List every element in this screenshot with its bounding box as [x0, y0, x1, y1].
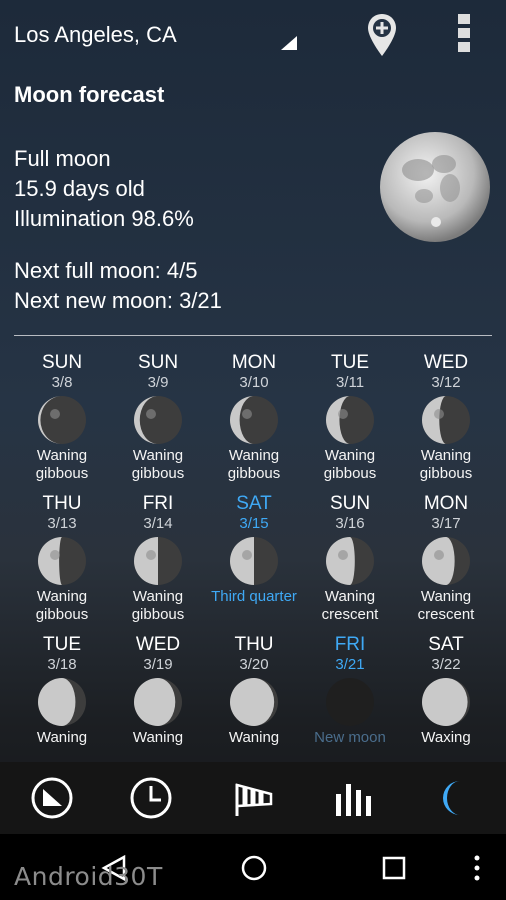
moon-phase-icon — [134, 537, 182, 585]
forecast-day-label: FRI — [334, 634, 366, 655]
forecast-date-label: 3/13 — [47, 515, 77, 532]
forecast-day-cell: SAT 3/15 Third quarter — [206, 493, 302, 606]
forecast-day-cell: MON 3/17 Waning crescent — [398, 493, 494, 624]
forecast-phase-label: Waning gibbous — [131, 588, 185, 623]
illumination-text: Illumination 98.6% — [14, 206, 194, 231]
home-icon[interactable] — [240, 854, 268, 882]
overflow-menu-icon[interactable] — [456, 14, 472, 56]
forecast-phase-label: Waning gibbous — [323, 447, 377, 482]
forecast-date-label: 3/20 — [239, 656, 269, 673]
forecast-day-label: WED — [135, 634, 181, 655]
forecast-phase-label: Waning gibbous — [35, 588, 89, 623]
forecast-date-label: 3/14 — [143, 515, 173, 532]
watermark: Android30T — [14, 862, 163, 891]
forecast-day-cell: TUE 3/11 Waning gibbous — [302, 352, 398, 483]
recents-icon[interactable] — [380, 854, 408, 882]
forecast-day-cell: SUN 3/8 Waning gibbous — [14, 352, 110, 483]
dropdown-icon[interactable] — [281, 36, 297, 50]
forecast-phase-label: Third quarter — [211, 588, 297, 605]
moon-phase-icon — [422, 537, 470, 585]
moon-image — [380, 132, 490, 242]
forecast-date-label: 3/17 — [431, 515, 461, 532]
next-new-moon-text: Next new moon: 3/21 — [14, 288, 222, 313]
forecast-day-label: THU — [234, 634, 274, 655]
forecast-day-cell: WED 3/19 Waning — [110, 634, 206, 747]
forecast-day-cell: SUN 3/16 Waning crescent — [302, 493, 398, 624]
forecast-phase-label: Waning crescent — [417, 588, 475, 623]
forecast-day-cell: SAT 3/22 Waxing — [398, 634, 494, 747]
forecast-phase-label: Waning — [36, 729, 88, 746]
forecast-date-label: 3/9 — [147, 374, 169, 391]
moon-phase-icon — [38, 396, 86, 444]
forecast-day-label: FRI — [142, 493, 174, 514]
forecast-day-label: MON — [231, 352, 277, 373]
moon-phase-icon — [326, 678, 374, 726]
forecast-day-cell: THU 3/13 Waning gibbous — [14, 493, 110, 624]
forecast-date-label: 3/18 — [47, 656, 77, 673]
moon-phase-icon — [422, 678, 470, 726]
forecast-phase-label: Waning gibbous — [419, 447, 473, 482]
forecast-phase-label: Waning gibbous — [131, 447, 185, 482]
forecast-phase-label: Waning — [228, 729, 280, 746]
next-full-moon-text: Next full moon: 4/5 — [14, 258, 198, 283]
moon-phase-icon — [230, 396, 278, 444]
forecast-day-label: SUN — [329, 493, 371, 514]
forecast-date-label: 3/22 — [431, 656, 461, 673]
forecast-phase-label: Waning gibbous — [35, 447, 89, 482]
moon-phase-icon — [230, 678, 278, 726]
forecast-day-label: TUE — [43, 634, 81, 655]
forecast-day-cell: SUN 3/9 Waning gibbous — [110, 352, 206, 483]
moon-phase-icon — [326, 537, 374, 585]
forecast-day-label: SUN — [137, 352, 179, 373]
moon-phase-icon — [134, 396, 182, 444]
divider — [14, 335, 492, 336]
forecast-phase-label: Waning — [132, 729, 184, 746]
forecast-phase-label: Waning gibbous — [227, 447, 281, 482]
moon-age-text: 15.9 days old — [14, 176, 145, 201]
forecast-day-cell: MON 3/10 Waning gibbous — [206, 352, 302, 483]
forecast-date-label: 3/16 — [335, 515, 365, 532]
top-bar: Los Angeles, CA — [0, 0, 506, 70]
forecast-date-label: 3/19 — [143, 656, 173, 673]
moon-phase-icon — [38, 537, 86, 585]
forecast-date-label: 3/12 — [431, 374, 461, 391]
forecast-date-label: 3/21 — [335, 656, 365, 673]
moon-phase-icon — [326, 396, 374, 444]
bottom-tab-bar — [0, 762, 506, 834]
forecast-day-label: WED — [423, 352, 469, 373]
forecast-date-label: 3/8 — [51, 374, 73, 391]
add-location-icon[interactable] — [366, 12, 398, 58]
forecast-day-label: MON — [423, 493, 469, 514]
moon-phase-icon — [38, 678, 86, 726]
forecast-phase-label: New moon — [314, 729, 386, 746]
more-icon[interactable] — [472, 854, 482, 882]
moon-phase-icon — [422, 396, 470, 444]
location-title[interactable]: Los Angeles, CA — [14, 22, 177, 48]
moon-phase-icon — [230, 537, 278, 585]
forecast-day-label: THU — [42, 493, 82, 514]
hourly-clock-icon[interactable] — [129, 776, 173, 820]
page-title: Moon forecast — [14, 82, 165, 107]
forecast-day-cell: THU 3/20 Waning — [206, 634, 302, 747]
forecast-day-cell: WED 3/12 Waning gibbous — [398, 352, 494, 483]
forecast-date-label: 3/15 — [239, 515, 269, 532]
forecast-day-label: SUN — [41, 352, 83, 373]
forecast-day-cell: FRI 3/21 New moon — [302, 634, 398, 747]
moon-icon[interactable] — [432, 776, 476, 820]
forecast-day-cell: TUE 3/18 Waning — [14, 634, 110, 747]
forecast-phase-label: Waxing — [421, 729, 471, 746]
forecast-day-label: SAT — [236, 493, 272, 514]
forecast-phase-label: Waning crescent — [321, 588, 379, 623]
forecast-day-cell: FRI 3/14 Waning gibbous — [110, 493, 206, 624]
moon-phase-icon — [134, 678, 182, 726]
wind-sock-icon[interactable] — [231, 776, 275, 820]
forecast-date-label: 3/10 — [239, 374, 269, 391]
moon-phase-text: Full moon — [14, 146, 111, 171]
forecast-date-label: 3/11 — [335, 374, 365, 391]
forecast-day-label: TUE — [331, 352, 369, 373]
bar-chart-icon[interactable] — [332, 776, 376, 820]
current-conditions-icon[interactable] — [30, 776, 74, 820]
forecast-day-label: SAT — [428, 634, 464, 655]
